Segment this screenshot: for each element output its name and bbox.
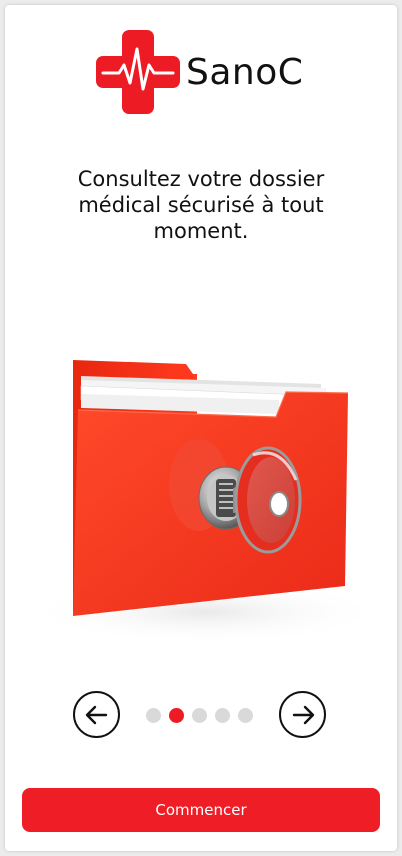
onboarding-navigation (5, 691, 397, 743)
pagination-dot-active[interactable] (169, 708, 184, 723)
previous-button[interactable] (73, 691, 120, 738)
onboarding-headline: Consultez votre dossier médical sécurisé… (77, 167, 325, 243)
start-button[interactable]: Commencer (22, 788, 380, 832)
next-button[interactable] (279, 691, 326, 738)
folder-key-illustration (21, 350, 386, 645)
app-logo: SanoC (93, 27, 303, 117)
pagination-dots (146, 708, 253, 723)
pagination-dot[interactable] (215, 708, 230, 723)
arrow-right-icon (292, 705, 314, 724)
pagination-dot[interactable] (238, 708, 253, 723)
medical-cross-icon (96, 30, 180, 114)
pagination-dot[interactable] (192, 708, 207, 723)
arrow-left-icon (85, 705, 107, 724)
pagination-dot[interactable] (146, 708, 161, 723)
onboarding-screen: SanoC Consultez votre dossier médical sé… (5, 5, 397, 851)
app-name: SanoC (186, 51, 304, 93)
